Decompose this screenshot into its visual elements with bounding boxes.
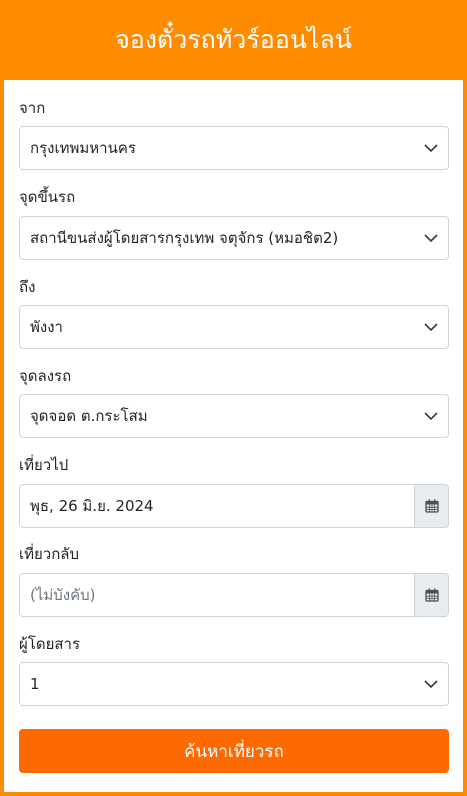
dropoff-select[interactable]: จุดจอด ต.กระโสม: [19, 394, 449, 438]
passengers-label: ผู้โดยสาร: [19, 635, 81, 653]
boarding-value: สถานีขนส่งผู้โดยสารกรุงเทพ จตุจักร (หมอช…: [30, 229, 339, 247]
destination-value: พังงา: [30, 318, 63, 336]
return-label: เที่ยวกลับ: [19, 545, 80, 563]
origin-select[interactable]: กรุงเทพมหานคร: [19, 126, 449, 170]
chevron-down-icon: [424, 412, 438, 421]
boarding-label: จุดขึ้นรถ: [19, 188, 76, 206]
chevron-down-icon: [424, 323, 438, 332]
return-date-placeholder: (ไม่บังคับ): [30, 586, 96, 604]
return-date-field[interactable]: (ไม่บังคับ): [19, 573, 449, 617]
calendar-icon: [424, 588, 439, 602]
origin-value: กรุงเทพมหานคร: [30, 139, 136, 157]
passengers-select[interactable]: 1: [19, 662, 449, 706]
boarding-select[interactable]: สถานีขนส่งผู้โดยสารกรุงเทพ จตุจักร (หมอช…: [19, 216, 449, 260]
page-title: จองตั๋วรถทัวร์ออนไลน์: [115, 25, 352, 54]
chevron-down-icon: [424, 234, 438, 243]
booking-form: จาก กรุงเทพมหานคร จุดขึ้นรถ สถานีขนส่งผู…: [4, 80, 463, 792]
destination-select[interactable]: พังงา: [19, 305, 449, 349]
origin-label: จาก: [19, 99, 46, 117]
chevron-down-icon: [424, 680, 438, 689]
dropoff-label: จุดลงรถ: [19, 367, 72, 385]
app-frame: จองตั๋วรถทัวร์ออนไลน์ จาก กรุงเทพมหานคร …: [0, 0, 467, 796]
depart-date-value: พุธ, 26 มิ.ย. 2024: [30, 497, 154, 515]
passengers-value: 1: [30, 675, 40, 693]
return-calendar-button[interactable]: [414, 574, 448, 616]
depart-label: เที่ยวไป: [19, 456, 69, 474]
depart-calendar-button[interactable]: [414, 485, 448, 527]
search-trips-button[interactable]: ค้นหาเที่ยวรถ: [19, 729, 449, 773]
depart-date-field[interactable]: พุธ, 26 มิ.ย. 2024: [19, 484, 449, 528]
destination-label: ถึง: [19, 278, 36, 296]
calendar-icon: [424, 499, 439, 513]
chevron-down-icon: [424, 144, 438, 153]
dropoff-value: จุดจอด ต.กระโสม: [30, 407, 148, 425]
